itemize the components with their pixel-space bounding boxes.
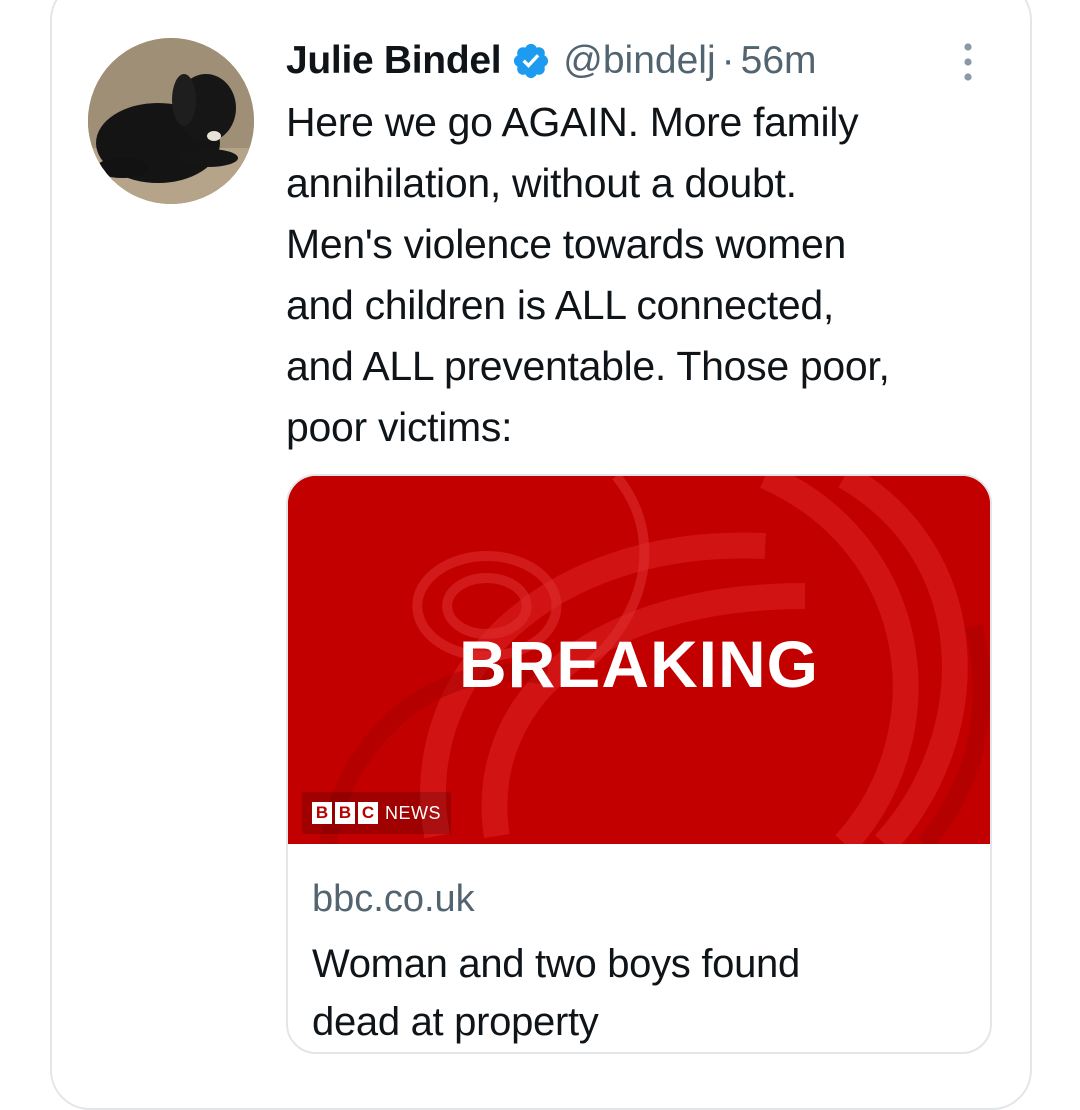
dog-photo-avatar	[88, 38, 254, 204]
tweet-text-line: Men's violence towards women	[286, 221, 847, 267]
breaking-label: BREAKING	[458, 627, 819, 701]
card-image: BREAKING B B C NEWS	[288, 476, 990, 844]
card-headline-line: dead at property	[312, 1000, 599, 1044]
card-headline: Woman and two boys found dead at propert…	[312, 935, 966, 1051]
tweet-text-line: Here we go AGAIN. More family	[286, 99, 859, 145]
verified-badge-icon	[511, 41, 551, 81]
tweet-text-line: and children is ALL connected,	[286, 282, 834, 328]
card-body: bbc.co.uk Woman and two boys found dead …	[288, 878, 990, 1051]
author-handle[interactable]: @bindelj	[563, 39, 715, 83]
avatar[interactable]	[88, 38, 254, 204]
timestamp[interactable]: 56m	[741, 39, 817, 83]
bbc-news-logo: B B C NEWS	[302, 792, 451, 834]
tweet-header: Julie Bindel @bindelj · 56m	[286, 36, 817, 86]
bbc-logo-news-word: NEWS	[385, 802, 441, 823]
tweet-text-line: and ALL preventable. Those poor,	[286, 343, 890, 389]
author-name[interactable]: Julie Bindel	[286, 39, 502, 83]
bbc-logo-letter: C	[358, 802, 378, 824]
link-card[interactable]: BREAKING B B C NEWS bbc.co.uk Woman and …	[286, 474, 992, 1054]
bbc-logo-letter: B	[335, 802, 355, 824]
card-domain: bbc.co.uk	[312, 878, 475, 920]
bbc-logo-letter: B	[312, 802, 332, 824]
tweet-text-line: poor victims:	[286, 404, 513, 450]
card-headline-line: Woman and two boys found	[312, 942, 800, 986]
more-options-icon[interactable]	[956, 40, 980, 84]
separator-dot: ·	[721, 39, 735, 82]
tweet-text-line: annihilation, without a doubt.	[286, 160, 797, 206]
tweet-text: Here we go AGAIN. More family annihilati…	[286, 92, 986, 458]
